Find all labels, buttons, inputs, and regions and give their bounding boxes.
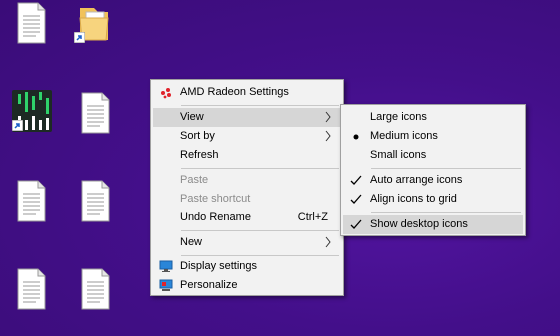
chevron-right-icon (325, 130, 331, 142)
menu-item-label: Medium icons (370, 130, 438, 142)
menu-separator (181, 230, 339, 231)
menu-item-label: Personalize (180, 279, 238, 291)
submenu-item-small-icons[interactable]: Small icons (343, 146, 523, 165)
submenu-item-medium-icons[interactable]: Medium icons (343, 127, 523, 146)
submenu-item-large-icons[interactable]: Large icons (343, 108, 523, 127)
text-file-icon[interactable] (14, 180, 48, 222)
menu-item-label: Refresh (180, 149, 219, 161)
menu-item-undo-rename[interactable]: Undo Rename Ctrl+Z (153, 208, 341, 227)
submenu-item-align-to-grid[interactable]: Align icons to grid (343, 190, 523, 209)
checkmark-icon (350, 194, 362, 204)
checkmark-icon (350, 175, 362, 185)
menu-item-paste-shortcut[interactable]: Paste shortcut (153, 190, 341, 209)
desktop-context-menu: AMD Radeon Settings View Sort by Refresh… (150, 79, 344, 296)
text-file-icon[interactable] (14, 2, 48, 44)
radio-bullet-icon (353, 134, 359, 140)
menu-item-refresh[interactable]: Refresh (153, 146, 341, 165)
personalize-icon (159, 279, 173, 291)
menu-item-personalize[interactable]: Personalize (153, 276, 341, 295)
menu-separator (181, 105, 339, 106)
menu-separator (181, 168, 339, 169)
shortcut-arrow-icon (12, 120, 23, 131)
menu-item-label: Auto arrange icons (370, 174, 463, 186)
menu-item-label: View (180, 111, 204, 123)
submenu-item-auto-arrange[interactable]: Auto arrange icons (343, 171, 523, 190)
shortcut-arrow-icon (74, 32, 85, 43)
menu-separator (371, 212, 521, 213)
monitor-icon (159, 260, 173, 272)
menu-item-sort-by[interactable]: Sort by (153, 127, 341, 146)
menu-item-label: New (180, 236, 203, 248)
menu-item-label: Align icons to grid (370, 193, 457, 205)
text-file-icon[interactable] (78, 268, 112, 310)
menu-item-label: Show desktop icons (370, 218, 468, 230)
chevron-right-icon (325, 111, 331, 123)
menu-item-new[interactable]: New (153, 233, 341, 252)
chevron-right-icon (325, 236, 331, 248)
checkmark-icon (350, 219, 362, 229)
view-submenu: Large icons Medium icons Small icons Aut… (340, 104, 526, 236)
amd-radeon-icon (161, 88, 171, 99)
text-file-icon[interactable] (78, 180, 112, 222)
text-file-icon[interactable] (14, 268, 48, 310)
text-file-icon[interactable] (78, 92, 112, 134)
submenu-item-show-desktop-icons[interactable]: Show desktop icons (343, 215, 523, 234)
folder-shortcut-icon[interactable] (74, 4, 114, 44)
menu-item-label: Paste (180, 174, 209, 186)
menu-separator (181, 255, 339, 256)
menu-item-label: Undo Rename (180, 211, 251, 223)
equalizer-app-shortcut-icon[interactable] (12, 90, 52, 134)
keyboard-shortcut: Ctrl+Z (297, 211, 328, 223)
menu-separator (371, 168, 521, 169)
menu-item-amd-radeon-settings[interactable]: AMD Radeon Settings (153, 83, 341, 102)
menu-item-label: AMD Radeon Settings (180, 86, 289, 98)
menu-item-label: Paste shortcut (180, 193, 251, 205)
menu-item-label: Small icons (370, 149, 427, 161)
menu-item-display-settings[interactable]: Display settings (153, 257, 341, 276)
menu-item-label: Large icons (370, 111, 427, 123)
menu-item-paste[interactable]: Paste (153, 171, 341, 190)
menu-item-label: Display settings (180, 260, 258, 272)
menu-item-view[interactable]: View (153, 108, 341, 127)
menu-item-label: Sort by (180, 130, 215, 142)
